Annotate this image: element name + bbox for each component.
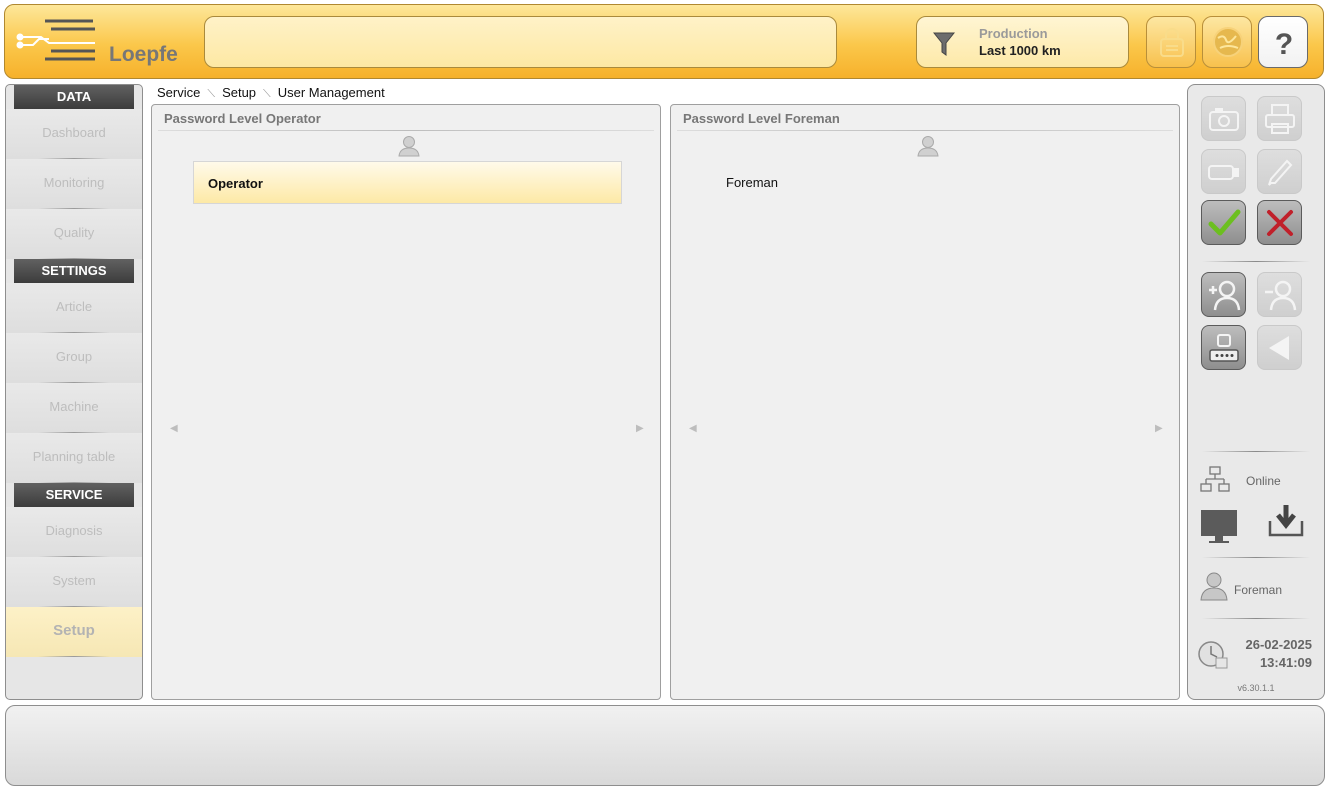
nav-item-system[interactable]: System xyxy=(6,557,142,607)
add-user-icon xyxy=(1209,280,1241,311)
download-icon xyxy=(1268,505,1304,537)
camera-icon xyxy=(1209,108,1239,131)
scroll-left-icon[interactable]: ◀ xyxy=(689,423,697,434)
user-row-operator[interactable]: Operator xyxy=(193,161,622,204)
usb-export-button[interactable] xyxy=(1201,149,1246,194)
production-filter-button[interactable]: Production Last 1000 km xyxy=(916,16,1129,68)
production-label: Production xyxy=(979,26,1048,41)
user-icon xyxy=(1200,572,1228,601)
edit-icon xyxy=(1268,159,1293,186)
lock-icon xyxy=(1160,28,1184,57)
password-icon xyxy=(1209,334,1239,362)
svg-text:?: ? xyxy=(1275,28,1293,58)
user-icon xyxy=(398,136,420,157)
nav-item-dashboard[interactable]: Dashboard xyxy=(6,109,142,159)
scroll-right-icon[interactable]: ▶ xyxy=(1155,423,1163,434)
back-icon xyxy=(1269,336,1289,360)
logo-text: Loepfe xyxy=(109,43,178,66)
nav-item-diagnosis[interactable]: Diagnosis xyxy=(6,507,142,557)
nav-item-monitoring[interactable]: Monitoring xyxy=(6,159,142,209)
toolbar-divider xyxy=(1202,451,1310,452)
breadcrumb-service[interactable]: Service xyxy=(157,85,200,100)
confirm-button[interactable] xyxy=(1201,200,1246,245)
user-icon xyxy=(917,136,939,157)
main-navigation: DATA Dashboard Monitoring Quality SETTIN… xyxy=(5,84,143,700)
monitor-icon xyxy=(1201,510,1237,543)
scroll-left-icon[interactable]: ◀ xyxy=(170,423,178,434)
print-button[interactable] xyxy=(1257,96,1302,141)
logo-icon xyxy=(16,19,95,61)
cancel-icon xyxy=(1267,210,1293,236)
usb-icon xyxy=(1208,165,1239,180)
divider xyxy=(677,130,1173,131)
connection-status: Online xyxy=(1246,474,1281,488)
date-time-display: 26-02-2025 13:41:09 xyxy=(1246,636,1313,672)
nav-section-settings: SETTINGS xyxy=(14,259,134,283)
nav-item-quality[interactable]: Quality xyxy=(6,209,142,259)
cancel-button[interactable] xyxy=(1257,200,1302,245)
breadcrumb-separator-icon: ⟍ xyxy=(207,88,216,100)
toolbar-divider xyxy=(1202,557,1310,558)
current-user: Foreman xyxy=(1234,583,1283,597)
nav-item-machine[interactable]: Machine xyxy=(6,383,142,433)
nav-item-article[interactable]: Article xyxy=(6,283,142,333)
loepfe-logo: Loepfe xyxy=(15,15,178,69)
lock-button[interactable] xyxy=(1146,16,1196,68)
foreman-level-panel: Password Level Foreman Foreman ◀ ▶ xyxy=(670,104,1180,700)
status-footer xyxy=(5,705,1325,786)
remove-user-icon xyxy=(1265,280,1297,311)
nav-section-data: DATA xyxy=(14,85,134,109)
user-row-foreman[interactable]: Foreman xyxy=(712,161,1141,204)
print-icon xyxy=(1265,104,1295,134)
scroll-right-icon[interactable]: ▶ xyxy=(636,423,644,434)
date-value: 26-02-2025 xyxy=(1245,637,1313,652)
nav-item-group[interactable]: Group xyxy=(6,333,142,383)
version-label: v6.30.1.1 xyxy=(1237,683,1275,693)
screenshot-button[interactable] xyxy=(1201,96,1246,141)
title-field xyxy=(204,16,837,68)
change-password-button[interactable] xyxy=(1201,325,1246,370)
clock-icon xyxy=(1198,641,1228,669)
action-toolbar: Online Foreman 26-02-2025 13:41:09 v6.30… xyxy=(1187,84,1325,700)
help-icon: ? xyxy=(1275,28,1293,58)
network-icon xyxy=(1200,466,1230,492)
language-button[interactable] xyxy=(1202,16,1252,68)
breadcrumb-user-management: User Management xyxy=(277,85,385,100)
divider xyxy=(158,130,654,131)
nav-item-setup[interactable]: Setup xyxy=(6,607,142,657)
back-button[interactable] xyxy=(1257,325,1302,370)
add-user-button[interactable] xyxy=(1201,272,1246,317)
app-header: Loepfe Production Last 1000 km ? xyxy=(4,4,1324,79)
nav-section-service: SERVICE xyxy=(14,483,134,507)
confirm-icon xyxy=(1208,209,1241,236)
panel-title: Password Level Foreman xyxy=(683,111,840,126)
production-range: Last 1000 km xyxy=(979,43,1061,58)
toolbar-divider xyxy=(1202,618,1310,619)
remove-user-button[interactable] xyxy=(1257,272,1302,317)
filter-icon xyxy=(933,32,955,56)
toolbar-divider xyxy=(1202,261,1310,262)
breadcrumb-separator-icon: ⟍ xyxy=(263,88,271,100)
nav-item-planning-table[interactable]: Planning table xyxy=(6,433,142,483)
operator-level-panel: Password Level Operator Operator ◀ ▶ xyxy=(151,104,661,700)
panel-title: Password Level Operator xyxy=(164,111,321,126)
breadcrumb-setup[interactable]: Setup xyxy=(222,85,256,100)
breadcrumb: Service ⟍ Setup ⟍ User Management xyxy=(157,85,385,101)
time-value: 13:41:09 xyxy=(1259,655,1312,670)
help-button[interactable]: ? xyxy=(1258,16,1308,68)
edit-button[interactable] xyxy=(1257,149,1302,194)
globe-icon xyxy=(1213,27,1243,57)
